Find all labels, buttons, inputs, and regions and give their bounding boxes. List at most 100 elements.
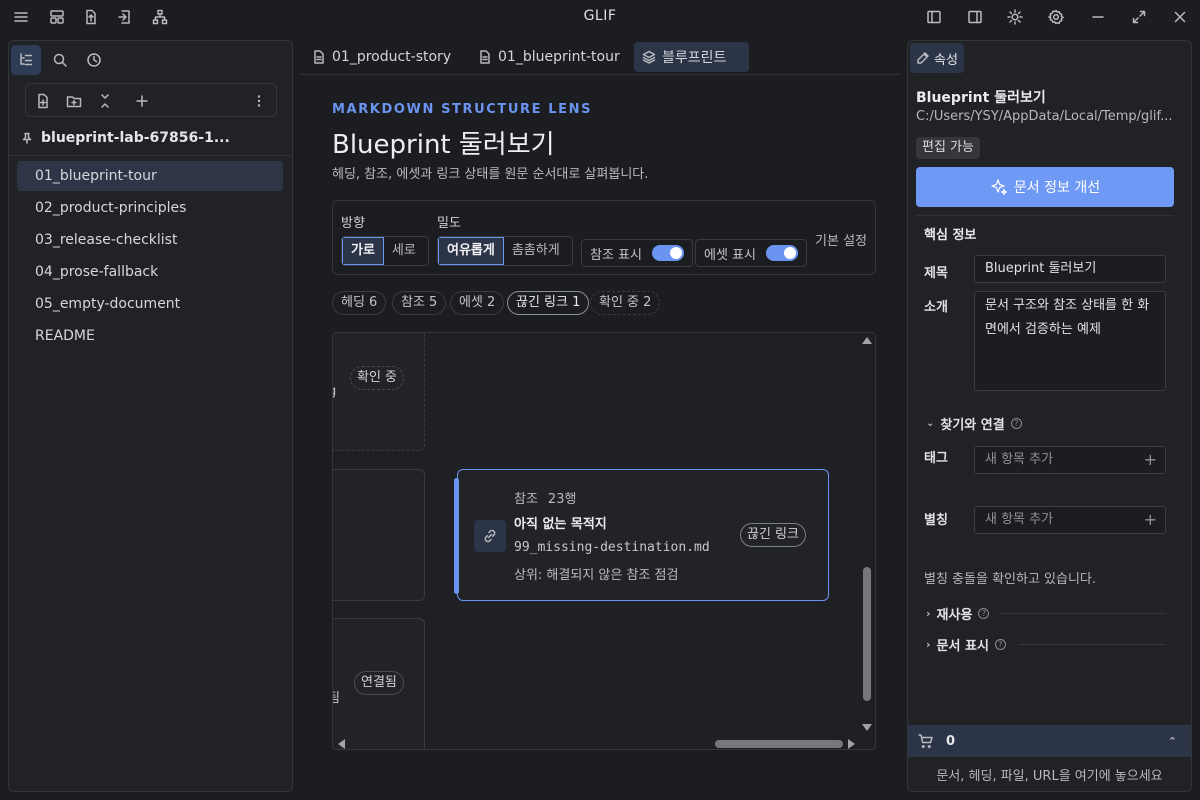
reference-card[interactable]: 참조 23행 아직 없는 목적지 99_missing-destination.… xyxy=(454,469,829,601)
tab-label: 속성 xyxy=(934,52,958,68)
title-field[interactable]: Blueprint 둘러보기 xyxy=(974,255,1166,283)
show-refs-label: 참조 표시 xyxy=(590,247,642,263)
tab-label: 01_blueprint-tour xyxy=(498,49,620,65)
help-icon: ? xyxy=(994,638,1006,650)
add-icon[interactable] xyxy=(131,90,153,112)
scroll-down-icon[interactable] xyxy=(862,724,872,731)
show-refs-toggle[interactable]: 참조 표시 xyxy=(581,239,693,267)
reuse-section[interactable]: › 재사용 ? xyxy=(926,603,1166,623)
density-relaxed-option[interactable]: 여유롭게 xyxy=(438,237,504,265)
show-assets-switch[interactable] xyxy=(765,245,798,261)
node-card[interactable] xyxy=(333,469,425,601)
tab-label: 블루프린트 xyxy=(662,50,727,66)
new-file-icon[interactable] xyxy=(32,90,54,112)
improve-doc-info-button[interactable]: 문서 정보 개선 xyxy=(916,167,1174,207)
connected-pill: 연결됨 xyxy=(354,671,404,695)
search-icon[interactable] xyxy=(45,45,75,75)
broken-link-badge: 끊긴 링크 xyxy=(740,523,806,547)
alias-placeholder: 새 항목 추가 xyxy=(985,512,1054,527)
chevron-up-icon[interactable]: ⌃ xyxy=(1168,735,1177,748)
file-explorer-panel: blueprint-lab-67856-1... 01_blueprint-to… xyxy=(8,40,293,792)
close-icon[interactable] xyxy=(1169,6,1191,28)
node-card[interactable]: 연결됨 됨 xyxy=(333,618,425,749)
tab-blueprint-tour[interactable]: 01_blueprint-tour xyxy=(466,42,632,72)
file-item[interactable]: 04_prose-fallback xyxy=(17,257,283,287)
page-description: 헤딩, 참조, 에셋과 링크 상태를 원문 순서대로 살펴봅니다. xyxy=(332,167,649,182)
history-clock-icon[interactable] xyxy=(79,45,109,75)
assets-chip[interactable]: 에셋 2 xyxy=(450,291,505,315)
node-card[interactable]: 확인 중 g xyxy=(333,333,425,451)
minimize-icon[interactable] xyxy=(1087,6,1109,28)
broken-links-chip[interactable]: 끊긴 링크 1 xyxy=(507,291,590,315)
drop-hint: 문서, 헤딩, 파일, URL을 여기에 놓으세요 xyxy=(936,769,1163,784)
refs-chip[interactable]: 참조 5 xyxy=(392,291,447,315)
file-item[interactable]: 01_blueprint-tour xyxy=(17,161,283,191)
divider xyxy=(916,215,1174,216)
file-item[interactable]: README xyxy=(17,321,283,351)
show-assets-toggle[interactable]: 에셋 표시 xyxy=(695,239,807,267)
density-segmented-control: 여유롭게 촘촘하게 xyxy=(437,236,573,266)
title-bar: GLIF xyxy=(0,0,1200,34)
vertical-scroll-thumb[interactable] xyxy=(863,567,871,701)
section-label: 찾기와 연결 xyxy=(940,417,1005,433)
tab-properties[interactable]: 속성 xyxy=(910,43,964,73)
section-label: 문서 표시 xyxy=(936,638,989,654)
density-compact-option[interactable]: 촘촘하게 xyxy=(504,237,568,265)
basic-settings-link[interactable]: 기본 설정 xyxy=(815,230,867,249)
show-refs-switch[interactable] xyxy=(651,245,684,261)
section-label: 재사용 xyxy=(936,607,973,623)
chevron-right-icon: › xyxy=(926,606,931,620)
cart-bar[interactable]: 0 ⌃ xyxy=(908,725,1191,757)
partial-node-text: 됨 xyxy=(333,687,340,706)
ref-title: 아직 없는 목적지 xyxy=(514,517,607,532)
intro-textarea[interactable]: 문서 구조와 참조 상태를 한 화면에서 검증하는 예제 xyxy=(974,291,1166,391)
headings-chip[interactable]: 헤딩 6 xyxy=(332,291,387,315)
file-item[interactable]: 05_empty-document xyxy=(17,289,283,319)
cart-icon xyxy=(918,733,934,749)
left-panel-toggle-icon[interactable] xyxy=(923,6,945,28)
link-icon xyxy=(474,520,506,552)
maximize-icon[interactable] xyxy=(1128,6,1150,28)
divider xyxy=(1001,612,1166,614)
scroll-right-icon[interactable] xyxy=(848,739,855,749)
tab-blueprint-view[interactable]: 블루프린트 xyxy=(634,42,749,72)
document-icon xyxy=(312,50,326,64)
theme-sun-icon[interactable] xyxy=(1004,6,1026,28)
horizontal-scroll-thumb[interactable] xyxy=(715,740,843,748)
new-folder-icon[interactable] xyxy=(63,90,85,112)
tab-product-story[interactable]: 01_product-story xyxy=(300,42,463,72)
find-connect-section[interactable]: ⌄ 찾기와 연결 ? xyxy=(926,413,1166,433)
file-tree-icon[interactable] xyxy=(11,45,41,75)
help-icon: ? xyxy=(978,607,990,619)
scroll-up-icon[interactable] xyxy=(862,337,872,344)
blueprint-canvas[interactable]: 확인 중 g 연결됨 됨 참조 23행 아직 없는 목적지 99_missing… xyxy=(332,332,876,750)
settings-gear-icon[interactable] xyxy=(1045,6,1067,28)
partial-node-text: g xyxy=(333,384,336,399)
alias-input[interactable]: 새 항목 추가 + xyxy=(974,506,1166,534)
pin-icon xyxy=(21,132,33,144)
tab-label: 01_product-story xyxy=(332,49,452,65)
plus-icon[interactable]: + xyxy=(1144,447,1157,473)
file-item[interactable]: 03_release-checklist xyxy=(17,225,283,255)
show-assets-label: 에셋 표시 xyxy=(704,247,756,263)
tags-input[interactable]: 새 항목 추가 + xyxy=(974,446,1166,474)
direction-horizontal-option[interactable]: 가로 xyxy=(342,237,384,265)
horizontal-scrollbar[interactable] xyxy=(333,735,859,749)
editable-badge: 편집 가능 xyxy=(916,137,980,159)
right-panel-toggle-icon[interactable] xyxy=(964,6,986,28)
plus-icon[interactable]: + xyxy=(1144,507,1157,533)
divider xyxy=(9,155,292,156)
collapse-all-icon[interactable] xyxy=(94,90,116,112)
doc-display-section[interactable]: › 문서 표시 ? xyxy=(926,634,1166,654)
view-settings-box: 방향 가로 세로 밀도 여유롭게 촘촘하게 참조 표시 에셋 표시 기본 설정 xyxy=(332,200,876,275)
vault-name: blueprint-lab-67856-1... xyxy=(41,130,230,146)
more-options-icon[interactable] xyxy=(248,90,270,112)
vault-header[interactable]: blueprint-lab-67856-1... xyxy=(21,127,230,149)
checking-chip[interactable]: 확인 중 2 xyxy=(590,291,661,315)
improve-button-label: 문서 정보 개선 xyxy=(1013,180,1101,196)
divider xyxy=(1017,643,1166,645)
file-item[interactable]: 02_product-principles xyxy=(17,193,283,223)
scroll-left-icon[interactable] xyxy=(338,739,345,749)
vertical-scrollbar[interactable] xyxy=(859,333,875,735)
direction-vertical-option[interactable]: 세로 xyxy=(384,237,424,265)
